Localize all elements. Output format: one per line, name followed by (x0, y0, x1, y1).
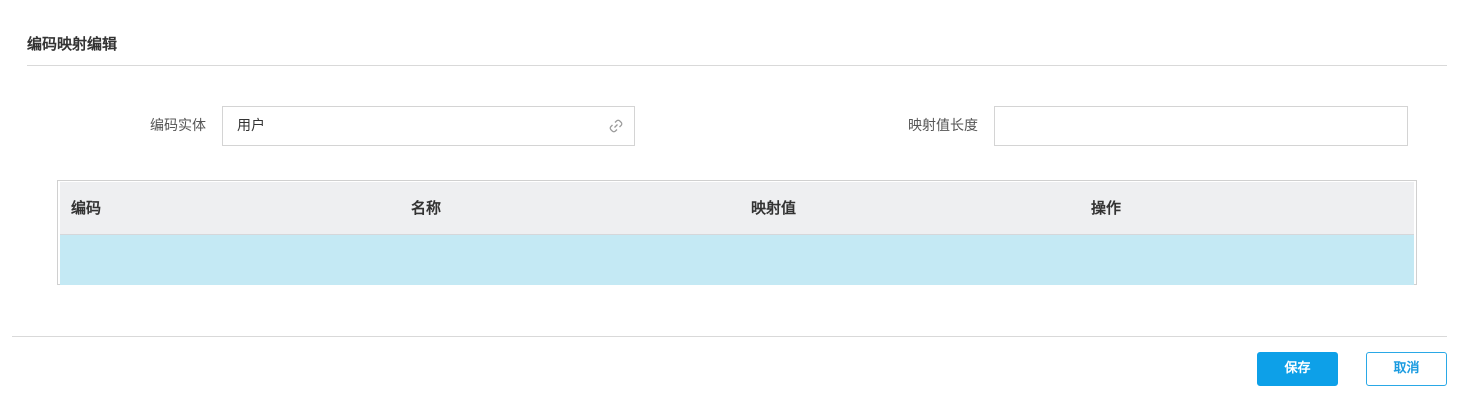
entity-value: 用户 (237, 118, 265, 134)
table-row[interactable] (60, 235, 1414, 285)
table-header: 编码 名称 映射值 操作 (60, 182, 1414, 235)
entity-input[interactable]: 用户 (222, 106, 635, 146)
dialog-title: 编码映射编辑 (27, 35, 118, 53)
link-icon[interactable] (608, 118, 624, 134)
column-header-mapped-value[interactable]: 映射值 (751, 182, 796, 234)
length-input[interactable] (995, 107, 1407, 145)
footer-divider (12, 336, 1447, 337)
column-header-actions[interactable]: 操作 (1091, 182, 1121, 234)
save-button[interactable]: 保存 (1257, 352, 1338, 386)
length-field (994, 106, 1408, 146)
cancel-button[interactable]: 取消 (1366, 352, 1447, 386)
title-divider (27, 65, 1447, 66)
entity-label: 编码实体 (150, 118, 206, 134)
column-header-code[interactable]: 编码 (71, 182, 101, 234)
column-header-name[interactable]: 名称 (411, 182, 441, 234)
mapping-table: 编码 名称 映射值 操作 (57, 180, 1417, 285)
length-label: 映射值长度 (908, 118, 978, 134)
